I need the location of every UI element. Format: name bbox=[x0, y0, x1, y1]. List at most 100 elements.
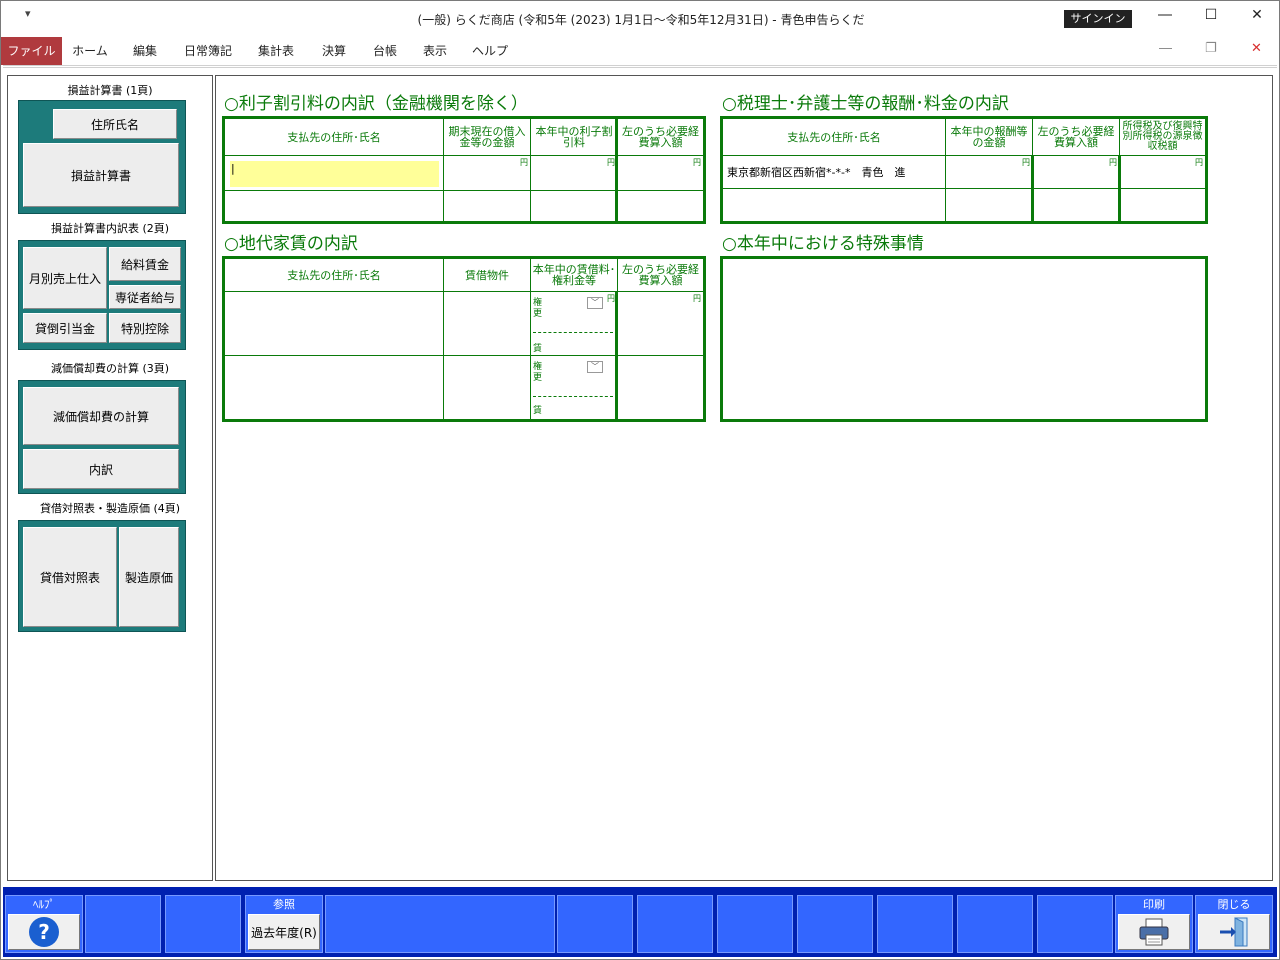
interest-header-balance: 期末現在の借入金等の金額 bbox=[444, 119, 531, 156]
salary-button[interactable]: 給料賃金 bbox=[109, 247, 181, 281]
interest-row1-payee[interactable]: | bbox=[225, 156, 444, 191]
menu-view[interactable]: 表示 bbox=[415, 37, 455, 65]
special-deduction-button[interactable]: 特別控除 bbox=[109, 313, 181, 343]
rent-row1-deductible[interactable]: 円 bbox=[618, 292, 703, 356]
exit-door-icon bbox=[1220, 917, 1248, 947]
interest-row2-interest[interactable] bbox=[531, 191, 618, 221]
help-button[interactable]: ? bbox=[8, 914, 80, 950]
interest-row1-interest[interactable]: 円 bbox=[531, 156, 618, 191]
monthly-sales-button[interactable]: 月別売上仕入 bbox=[23, 247, 107, 309]
reference-key[interactable]: 参照過去年度(R) bbox=[245, 895, 323, 953]
fees-row1-amount[interactable]: 円 bbox=[946, 156, 1033, 189]
yen-unit: 円 bbox=[1195, 158, 1203, 167]
fkey-6[interactable] bbox=[557, 895, 633, 953]
close-icon[interactable]: ✕ bbox=[1245, 7, 1269, 27]
fees-row1-withholding[interactable]: 円 bbox=[1120, 156, 1205, 189]
menu-help[interactable]: ヘルプ bbox=[465, 37, 515, 65]
bad-debt-button[interactable]: 貸倒引当金 bbox=[23, 313, 107, 343]
doc-restore-icon[interactable]: ❐ bbox=[1205, 41, 1217, 56]
app-window: ▾ (一般) らくだ商店 (令和5年 (2023) 1月1日～令和5年12月31… bbox=[0, 0, 1280, 960]
kind-label-key: 権 bbox=[533, 298, 543, 308]
rent-header-property: 賃借物件 bbox=[444, 259, 531, 292]
fees-row2-deductible[interactable] bbox=[1033, 189, 1120, 221]
profit-loss-button[interactable]: 損益計算書 bbox=[23, 143, 179, 207]
signin-button[interactable]: サインイン bbox=[1064, 10, 1132, 28]
close-button[interactable] bbox=[1198, 914, 1270, 950]
breakdown-button[interactable]: 内訳 bbox=[23, 449, 179, 489]
printer-icon bbox=[1139, 918, 1169, 946]
close-key[interactable]: 閉じる bbox=[1195, 895, 1273, 953]
menu-file[interactable]: ファイル bbox=[1, 37, 62, 65]
fees-row2-payee[interactable] bbox=[723, 189, 946, 221]
family-employee-salary-button[interactable]: 専従者給与 bbox=[109, 285, 181, 309]
minimize-icon[interactable]: ― bbox=[1153, 7, 1177, 27]
yen-unit: 円 bbox=[693, 294, 701, 303]
divider bbox=[3, 65, 1277, 68]
menu-ledger[interactable]: 台帳 bbox=[365, 37, 405, 65]
interest-row2-payee[interactable] bbox=[225, 191, 444, 221]
rent-row2-deductible[interactable] bbox=[618, 356, 703, 419]
fees-row1-payee[interactable]: 東京都新宿区西新宿*-*-* 青色 進 bbox=[723, 156, 946, 189]
manufacturing-cost-button[interactable]: 製造原価 bbox=[119, 527, 179, 627]
fkey-9[interactable] bbox=[797, 895, 873, 953]
kind-label-key: 権 bbox=[533, 362, 543, 372]
depreciation-calc-button[interactable]: 減価償却費の計算 bbox=[23, 387, 179, 445]
close-key-label: 閉じる bbox=[1217, 898, 1251, 911]
rent-row2-payee[interactable] bbox=[225, 356, 444, 419]
payee-input[interactable]: | bbox=[230, 161, 439, 187]
group-label-balance: 貸借対照表・製造原価 (4頁) bbox=[39, 502, 181, 515]
menu-daily-bookkeeping[interactable]: 日常簿記 bbox=[177, 37, 239, 65]
help-key[interactable]: ﾍﾙﾌﾟ? bbox=[5, 895, 83, 953]
doc-minimize-icon[interactable]: ― bbox=[1159, 41, 1172, 56]
print-key-label: 印刷 bbox=[1143, 898, 1165, 911]
menu-edit[interactable]: 編集 bbox=[123, 37, 167, 65]
yen-unit: 円 bbox=[1022, 158, 1030, 167]
fkey-5[interactable] bbox=[325, 895, 555, 953]
maximize-icon[interactable]: ☐ bbox=[1199, 7, 1223, 27]
text-cursor: | bbox=[231, 162, 235, 175]
fkey-12[interactable] bbox=[1037, 895, 1113, 953]
fkey-3[interactable] bbox=[165, 895, 241, 953]
special-circumstances-title: ○本年中における特殊事情 bbox=[722, 234, 924, 254]
yen-unit: 円 bbox=[607, 294, 615, 303]
kind-label-rent: 賃 bbox=[533, 406, 543, 416]
interest-row2-balance[interactable] bbox=[444, 191, 531, 221]
print-key[interactable]: 印刷 bbox=[1115, 895, 1193, 953]
group-pl: 住所氏名 損益計算書 bbox=[18, 100, 186, 214]
menu-summary[interactable]: 集計表 bbox=[249, 37, 303, 65]
chevron-down-icon[interactable]: ﹀ bbox=[587, 297, 603, 309]
rent-row1-payee[interactable] bbox=[225, 292, 444, 356]
address-name-button[interactable]: 住所氏名 bbox=[53, 109, 177, 139]
fees-row1-deductible[interactable]: 円 bbox=[1033, 156, 1120, 189]
fees-row2-amount[interactable] bbox=[946, 189, 1033, 221]
divider bbox=[533, 332, 613, 333]
interest-header-interest: 本年中の利子割引料 bbox=[531, 119, 618, 156]
interest-header-deductible: 左のうち必要経費算入額 bbox=[618, 119, 703, 156]
rent-row2-property[interactable] bbox=[444, 356, 531, 419]
fees-header-amount: 本年中の報酬等の金額 bbox=[946, 119, 1033, 156]
title-bar: ▾ (一般) らくだ商店 (令和5年 (2023) 1月1日～令和5年12月31… bbox=[1, 1, 1279, 37]
fkey-10[interactable] bbox=[877, 895, 953, 953]
print-button[interactable] bbox=[1118, 914, 1190, 950]
interest-row1-deductible[interactable]: 円 bbox=[618, 156, 703, 191]
chevron-down-icon[interactable]: ﹀ bbox=[587, 361, 603, 373]
menu-settlement[interactable]: 決算 bbox=[313, 37, 355, 65]
balance-sheet-button[interactable]: 貸借対照表 bbox=[23, 527, 117, 627]
doc-close-icon[interactable]: ✕ bbox=[1251, 41, 1262, 56]
fkey-2[interactable] bbox=[85, 895, 161, 953]
past-year-button[interactable]: 過去年度(R) bbox=[248, 914, 320, 950]
group-pl-detail: 月別売上仕入 給料賃金 専従者給与 貸倒引当金 特別控除 bbox=[18, 240, 186, 350]
fkey-11[interactable] bbox=[957, 895, 1033, 953]
fkey-8[interactable] bbox=[717, 895, 793, 953]
special-circumstances-textarea[interactable] bbox=[720, 256, 1208, 422]
reference-key-label: 参照 bbox=[273, 898, 295, 911]
interest-row1-balance[interactable]: 円 bbox=[444, 156, 531, 191]
menu-home[interactable]: ホーム bbox=[67, 37, 113, 65]
rent-row2-rent[interactable]: 権 更 ﹀ 賃 bbox=[531, 356, 618, 419]
interest-row2-deductible[interactable] bbox=[618, 191, 703, 221]
fees-row2-withholding[interactable] bbox=[1120, 189, 1205, 221]
rent-row1-rent[interactable]: 権 更 ﹀ 円 賃 bbox=[531, 292, 618, 356]
divider bbox=[533, 396, 613, 397]
rent-row1-property[interactable] bbox=[444, 292, 531, 356]
fkey-7[interactable] bbox=[637, 895, 713, 953]
